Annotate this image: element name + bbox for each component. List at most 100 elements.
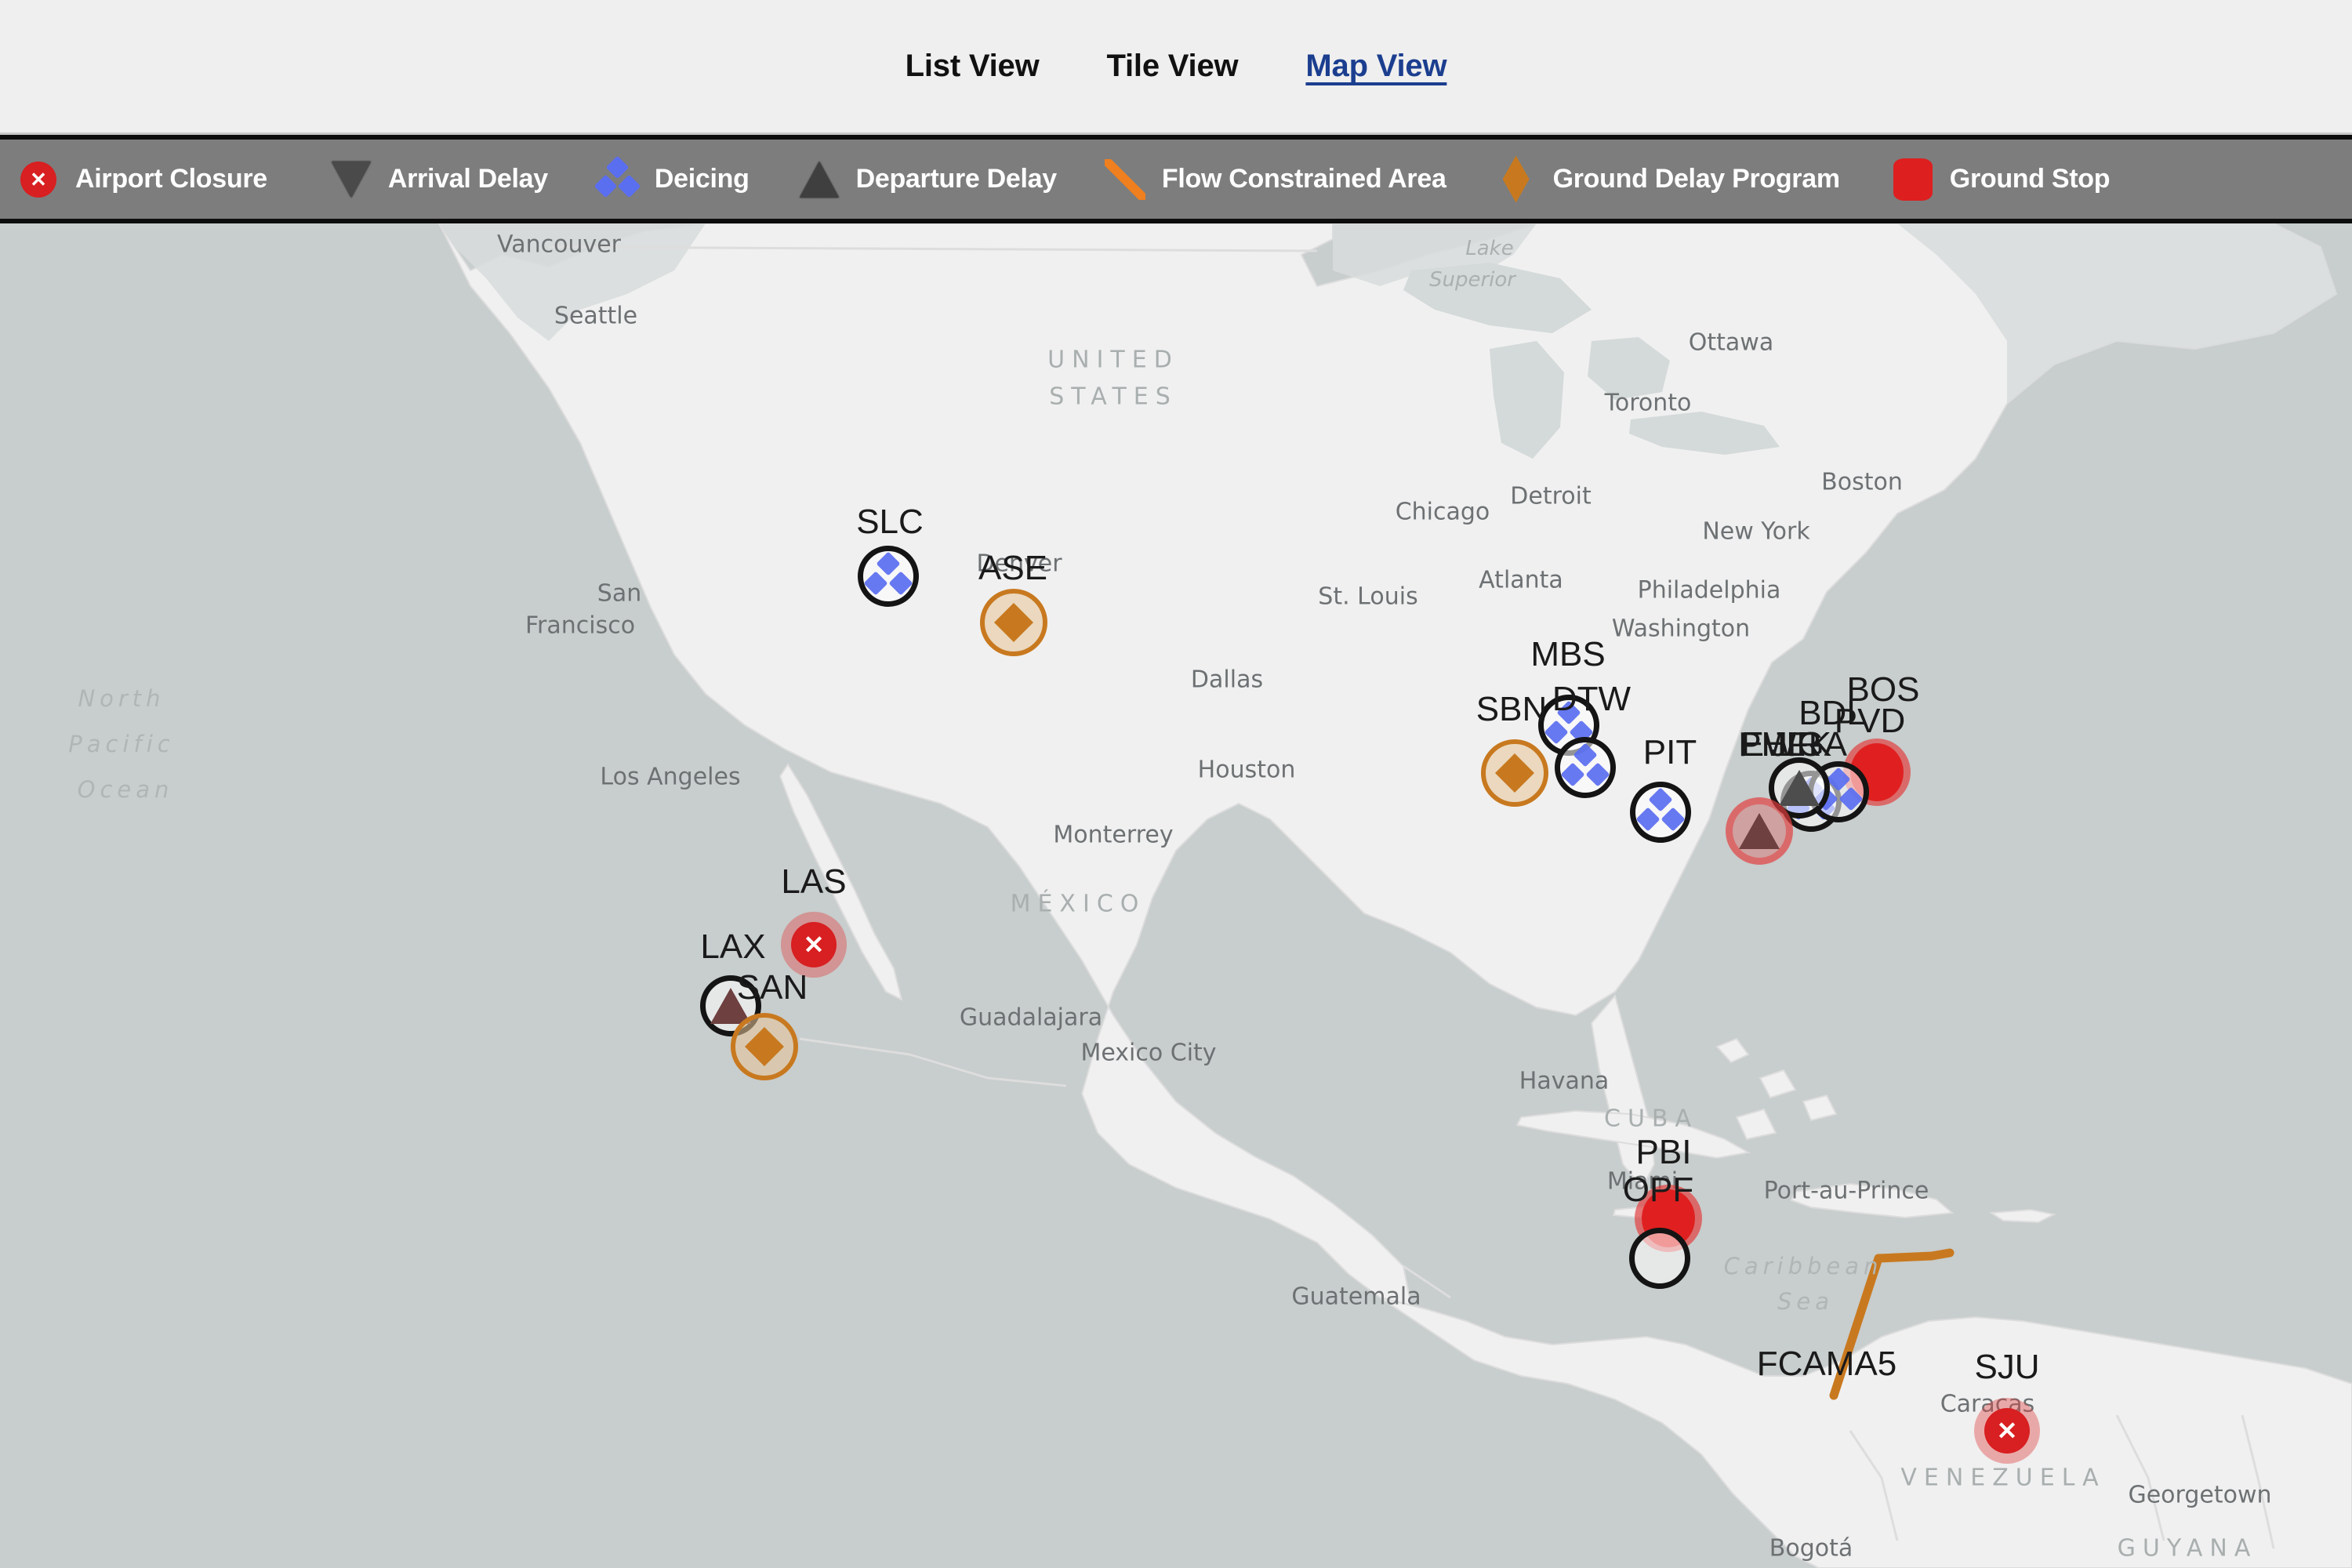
ground-delay-program-icon [745, 1027, 784, 1066]
airport-code-label: DTW [1552, 680, 1632, 718]
deicing-icon [593, 155, 642, 204]
geo-label: Mexico City [1080, 1039, 1217, 1067]
ground-delay-program-icon [994, 603, 1033, 642]
legend-label-deicing: Deicing [654, 164, 750, 194]
marker-ring [1726, 797, 1793, 865]
airport-code-label: PIT [1642, 733, 1697, 771]
airport-code-label: ASE [978, 549, 1048, 587]
ground-stop-icon [1889, 155, 1937, 204]
legend-item-departure-delay[interactable]: Departure Delay [795, 155, 1057, 204]
geo-label: North [78, 685, 165, 712]
geo-label: STATES [1049, 383, 1178, 411]
airport-code-label: SLC [856, 503, 924, 541]
flow-constrained-area-icon [1101, 155, 1149, 204]
airport-code-label: SBN [1475, 690, 1548, 728]
fca-label: FCAMA5 [1756, 1345, 1897, 1383]
geo-label: San [597, 579, 642, 608]
departure-delay-icon [1739, 813, 1780, 849]
airport-code-label: LAX [700, 927, 766, 966]
deicing-icon [1635, 787, 1686, 833]
legend-item-airport-closure[interactable]: ✕ Airport Closure [14, 155, 267, 204]
geo-label: Vancouver [497, 230, 621, 259]
geo-label: Guatemala [1291, 1283, 1421, 1311]
legend-item-ground-delay-program[interactable]: Ground Delay Program [1492, 155, 1840, 204]
deicing-icon [1560, 742, 1610, 789]
geo-label: Ocean [77, 776, 174, 803]
legend-item-flow-constrained-area[interactable]: Flow Constrained Area [1101, 155, 1446, 204]
airport-code-label: MBS [1530, 635, 1606, 673]
marker-ring [1630, 782, 1691, 843]
legend-label-ground-delay-program: Ground Delay Program [1552, 164, 1841, 194]
airport-code-label: SAN [736, 968, 808, 1007]
geo-label: Monterrey [1053, 821, 1174, 849]
legend-label-ground-stop: Ground Stop [1949, 164, 2111, 194]
deicing-icon [863, 551, 913, 597]
legend-item-deicing[interactable]: Deicing [593, 155, 750, 204]
legend-label-flow-constrained-area: Flow Constrained Area [1161, 164, 1446, 194]
geo-label: Caribbean [1723, 1253, 1883, 1279]
arrival-delay-icon [327, 155, 376, 204]
geo-label: UNITED [1047, 346, 1179, 374]
legend-item-ground-stop[interactable]: Ground Stop [1889, 155, 2111, 204]
airport-code-label: OPF [1622, 1171, 1694, 1209]
marker-ring [980, 589, 1047, 656]
geo-label: Houston [1197, 756, 1296, 784]
map-canvas[interactable]: Vancouver Seattle Lake Superior Ottawa Toront… [0, 223, 2352, 1568]
marker-ring [731, 1013, 798, 1080]
legend-label-airport-closure: Airport Closure [75, 164, 267, 194]
geo-label: Georgetown [2128, 1481, 2272, 1509]
geo-label: Chicago [1395, 498, 1490, 526]
marker-ring [1629, 1228, 1690, 1289]
tab-list-view[interactable]: List View [906, 49, 1040, 84]
geo-label: Los Angeles [600, 763, 741, 791]
geo-label: Lake [1465, 237, 1514, 260]
geo-label: Superior [1429, 268, 1515, 292]
airport-marker[interactable] [1630, 782, 1691, 843]
airport-marker[interactable] [1481, 739, 1548, 807]
airport-marker[interactable] [980, 589, 1047, 656]
geo-label: Toronto [1604, 389, 1692, 417]
marker-ring [1555, 737, 1616, 798]
marker-ring [1481, 739, 1548, 807]
geo-label: Port-au-Prince [1763, 1177, 1929, 1205]
tab-map-view[interactable]: Map View [1305, 49, 1446, 84]
legend-label-arrival-delay: Arrival Delay [387, 164, 548, 194]
geo-label: VENEZUELA [1900, 1464, 2106, 1492]
geo-label: St. Louis [1318, 583, 1418, 611]
airport-closure-icon: ✕ [14, 155, 63, 204]
geo-label: Detroit [1510, 482, 1592, 510]
airport-code-label: LAS [781, 862, 847, 901]
geo-label: New York [1702, 517, 1810, 546]
geo-label: Boston [1821, 468, 1903, 496]
airport-marker[interactable] [1726, 797, 1793, 865]
tab-tile-view[interactable]: Tile View [1106, 49, 1238, 84]
marker-ring [858, 546, 919, 607]
legend-item-arrival-delay[interactable]: Arrival Delay [327, 155, 548, 204]
airport-marker[interactable] [1629, 1228, 1690, 1289]
ground-delay-program-icon [1492, 155, 1541, 204]
departure-delay-icon [795, 155, 844, 204]
airport-code-label: PHL [1738, 725, 1806, 764]
header-bar: List View Tile View Map View [0, 0, 2352, 135]
view-tabs: List View Tile View Map View [0, 0, 2352, 132]
geo-label: Dallas [1190, 666, 1264, 694]
geo-label: Bogotá [1769, 1534, 1853, 1563]
geo-label: GUYANA [2117, 1534, 2258, 1563]
map-legend: ✕ Airport Closure Arrival Delay Deicing … [0, 135, 2352, 223]
geo-label: Sea [1777, 1288, 1835, 1315]
legend-label-departure-delay: Departure Delay [855, 164, 1058, 194]
geo-label: CUBA [1603, 1105, 1699, 1133]
airport-marker[interactable] [1555, 737, 1616, 798]
ground-delay-program-icon [1495, 753, 1534, 793]
airport-marker[interactable] [731, 1013, 798, 1080]
geo-label: Atlanta [1479, 566, 1563, 594]
airport-code-label: PBI [1635, 1133, 1692, 1171]
geo-label: Philadelphia [1637, 576, 1781, 604]
geo-label: Francisco [524, 612, 636, 640]
airport-marker[interactable]: ✕ [1974, 1398, 2040, 1464]
geo-label: Pacific [68, 731, 175, 757]
airport-marker[interactable] [858, 546, 919, 607]
geo-label: Havana [1519, 1067, 1610, 1095]
geo-label: Ottawa [1688, 328, 1774, 357]
geo-label: Guadalajara [959, 1004, 1103, 1032]
